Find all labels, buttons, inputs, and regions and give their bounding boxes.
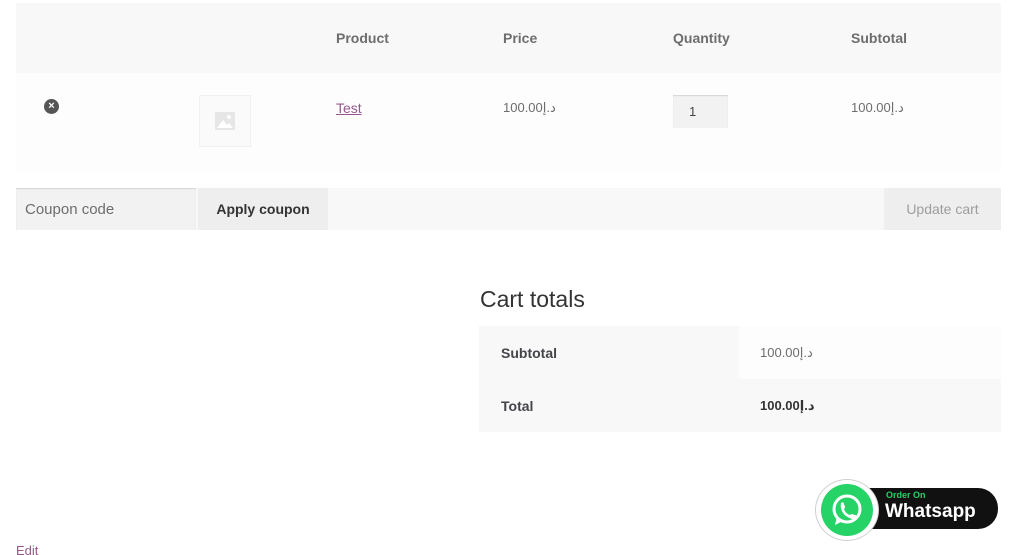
subtotal-value: 100.00د.إ [739, 326, 1001, 379]
product-thumbnail[interactable] [200, 96, 250, 146]
cart-totals-table: Subtotal 100.00د.إ Total 100.00د.إ [479, 326, 1001, 432]
whatsapp-logo [816, 480, 878, 540]
edit-link[interactable]: Edit [16, 543, 38, 555]
update-cart-button[interactable]: Update cart [884, 188, 1001, 230]
product-name-link[interactable]: Test [336, 100, 362, 116]
column-header-price: Price [503, 30, 538, 46]
total-value: 100.00د.إ [739, 379, 1001, 432]
product-price: 100.00د.إ [503, 100, 556, 115]
cart-table-header: Product Price Quantity Subtotal [16, 3, 1001, 73]
whatsapp-small-text: Order On [886, 490, 926, 500]
order-on-whatsapp-button[interactable]: Order On Whatsapp [816, 480, 1001, 540]
remove-item-icon[interactable]: × [44, 99, 59, 114]
coupon-code-input[interactable] [16, 188, 196, 230]
totals-row-subtotal: Subtotal 100.00د.إ [479, 326, 1001, 379]
totals-row-total: Total 100.00د.إ [479, 379, 1001, 432]
cart-actions: Apply coupon Update cart [16, 188, 1001, 230]
cart-item-row: × Test 100.00د.إ 100.00د.إ [16, 73, 1001, 172]
subtotal-label: Subtotal [479, 326, 739, 379]
whatsapp-icon [832, 494, 862, 525]
column-header-product: Product [336, 30, 389, 46]
cart-totals-heading: Cart totals [480, 286, 585, 312]
quantity-input[interactable] [673, 95, 728, 128]
whatsapp-big-text: Whatsapp [885, 501, 976, 522]
product-subtotal: 100.00د.إ [851, 100, 904, 115]
image-placeholder-icon [215, 112, 235, 130]
column-header-quantity: Quantity [673, 30, 730, 46]
total-label: Total [479, 379, 739, 432]
apply-coupon-button[interactable]: Apply coupon [198, 188, 328, 230]
cart-table: Product Price Quantity Subtotal × Test 1… [16, 3, 1001, 172]
column-header-subtotal: Subtotal [851, 30, 907, 46]
